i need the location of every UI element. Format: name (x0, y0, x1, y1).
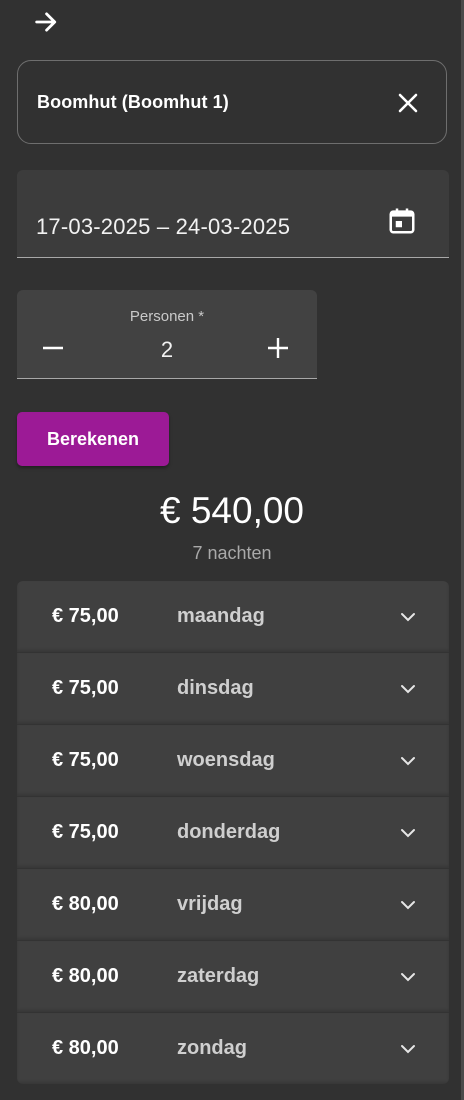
day-row-zondag[interactable]: € 80,00 zondag (17, 1013, 449, 1084)
calendar-icon (389, 208, 415, 234)
chevron-down-icon (401, 685, 415, 694)
day-price: € 75,00 (52, 821, 119, 843)
day-name: vrijdag (177, 893, 243, 915)
day-row-woensdag[interactable]: € 75,00 woensdag (17, 725, 449, 797)
day-price: € 75,00 (52, 677, 119, 699)
persons-stepper: Personen * 2 (17, 290, 317, 379)
chevron-down-icon (401, 613, 415, 622)
day-price: € 80,00 (52, 893, 119, 915)
date-range-value: 17-03-2025 – 24-03-2025 (36, 214, 291, 239)
day-row-zaterdag[interactable]: € 80,00 zaterdag (17, 941, 449, 1013)
calculate-button[interactable]: Berekenen (17, 412, 169, 466)
arrow-right-icon (35, 12, 57, 32)
persons-label: Personen * (129, 308, 205, 325)
increase-persons-button[interactable] (266, 336, 290, 360)
chevron-down-icon (401, 973, 415, 982)
day-price: € 75,00 (52, 605, 119, 627)
day-price: € 75,00 (52, 749, 119, 771)
accommodation-title: Boomhut (Boomhut 1) (37, 92, 229, 112)
chevron-down-icon (401, 829, 415, 838)
day-price-list: € 75,00 maandag € 75,00 dinsdag € 75,00 … (17, 581, 449, 1084)
plus-icon (268, 338, 288, 358)
chevron-down-icon (401, 757, 415, 766)
back-button[interactable] (30, 6, 62, 38)
nights-count: 7 nachten (192, 543, 272, 563)
day-row-donderdag[interactable]: € 75,00 donderdag (17, 797, 449, 869)
day-name: zondag (177, 1037, 247, 1059)
day-name: dinsdag (177, 677, 254, 699)
day-name: woensdag (177, 749, 275, 771)
booking-panel: Boomhut (Boomhut 1) 17-03-2025 – 24-03-2… (0, 0, 464, 1100)
date-range-field[interactable]: 17-03-2025 – 24-03-2025 (17, 170, 449, 258)
selected-accommodation: Boomhut (Boomhut 1) (17, 60, 447, 144)
day-name: donderdag (177, 821, 281, 843)
day-name: maandag (177, 605, 265, 627)
close-icon (398, 93, 418, 113)
day-row-maandag[interactable]: € 75,00 maandag (17, 581, 449, 653)
day-row-vrijdag[interactable]: € 80,00 vrijdag (17, 869, 449, 941)
total-price: € 540,00 (159, 490, 305, 531)
chevron-down-icon (401, 901, 415, 910)
day-row-dinsdag[interactable]: € 75,00 dinsdag (17, 653, 449, 725)
day-price: € 80,00 (52, 1037, 119, 1059)
chevron-down-icon (401, 1045, 415, 1054)
day-name: zaterdag (177, 965, 260, 987)
remove-accommodation-button[interactable] (396, 91, 420, 115)
calendar-button[interactable] (387, 206, 417, 236)
day-price: € 80,00 (52, 965, 119, 987)
